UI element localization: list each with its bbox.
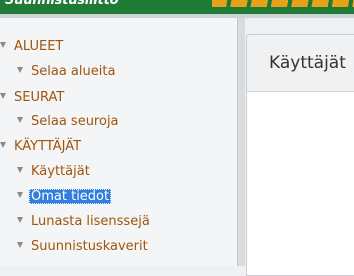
sidebar-section-seurat[interactable]: SEURAT: [0, 89, 66, 107]
expand-arrow-icon: [17, 117, 23, 123]
sidebar-item-label: Suunnistuskaverit: [31, 239, 148, 254]
sidebar-item-selaa-alueita[interactable]: Selaa alueita: [17, 63, 117, 81]
sidebar-item-label: Omat tiedot: [29, 189, 112, 204]
sidebar-item-label: Lunasta lisenssejä: [31, 214, 150, 229]
site-logo: [212, 0, 354, 7]
expand-arrow-icon: [0, 93, 6, 99]
sidebar-item-label: Selaa alueita: [31, 64, 116, 79]
sidebar-item-kayttajat[interactable]: Käyttäjät: [17, 163, 92, 181]
expand-arrow-icon: [17, 242, 23, 248]
main-panel: Käyttäjät: [246, 34, 354, 276]
sidebar-item-selaa-seuroja[interactable]: Selaa seuroja: [17, 113, 121, 131]
sidebar-item-suunnistuskaverit[interactable]: Suunnistuskaverit: [17, 238, 150, 256]
sidebar-section-label: ALUEET: [14, 39, 64, 54]
sidebar-nav: ALUEET Selaa alueita SEURAT Selaa seuroj…: [0, 18, 237, 266]
panel-header: Käyttäjät: [247, 35, 354, 92]
sidebar-section-label: SEURAT: [14, 90, 65, 105]
expand-arrow-icon: [0, 42, 6, 48]
site-title: Suunnistusliitto: [5, 0, 119, 8]
expand-arrow-icon: [17, 217, 23, 223]
sidebar-section-alueet[interactable]: ALUEET: [0, 38, 65, 56]
sidebar-item-lunasta-lisensseja[interactable]: Lunasta lisenssejä: [17, 213, 152, 231]
expand-arrow-icon: [17, 67, 23, 73]
expand-arrow-icon: [17, 167, 23, 173]
sidebar-item-omat-tiedot[interactable]: Omat tiedot: [17, 188, 112, 206]
sidebar-item-label: Selaa seuroja: [31, 114, 119, 129]
panel-splitter[interactable]: [237, 18, 245, 266]
expand-arrow-icon: [0, 142, 6, 148]
expand-arrow-icon: [17, 192, 23, 198]
site-header: Suunnistusliitto: [0, 0, 354, 14]
sidebar-section-label: KÄYTTÄJÄT: [14, 139, 82, 154]
page-title: Käyttäjät: [269, 53, 346, 73]
sidebar-item-label: Käyttäjät: [31, 164, 90, 179]
sidebar-section-kayttajat[interactable]: KÄYTTÄJÄT: [0, 138, 83, 156]
